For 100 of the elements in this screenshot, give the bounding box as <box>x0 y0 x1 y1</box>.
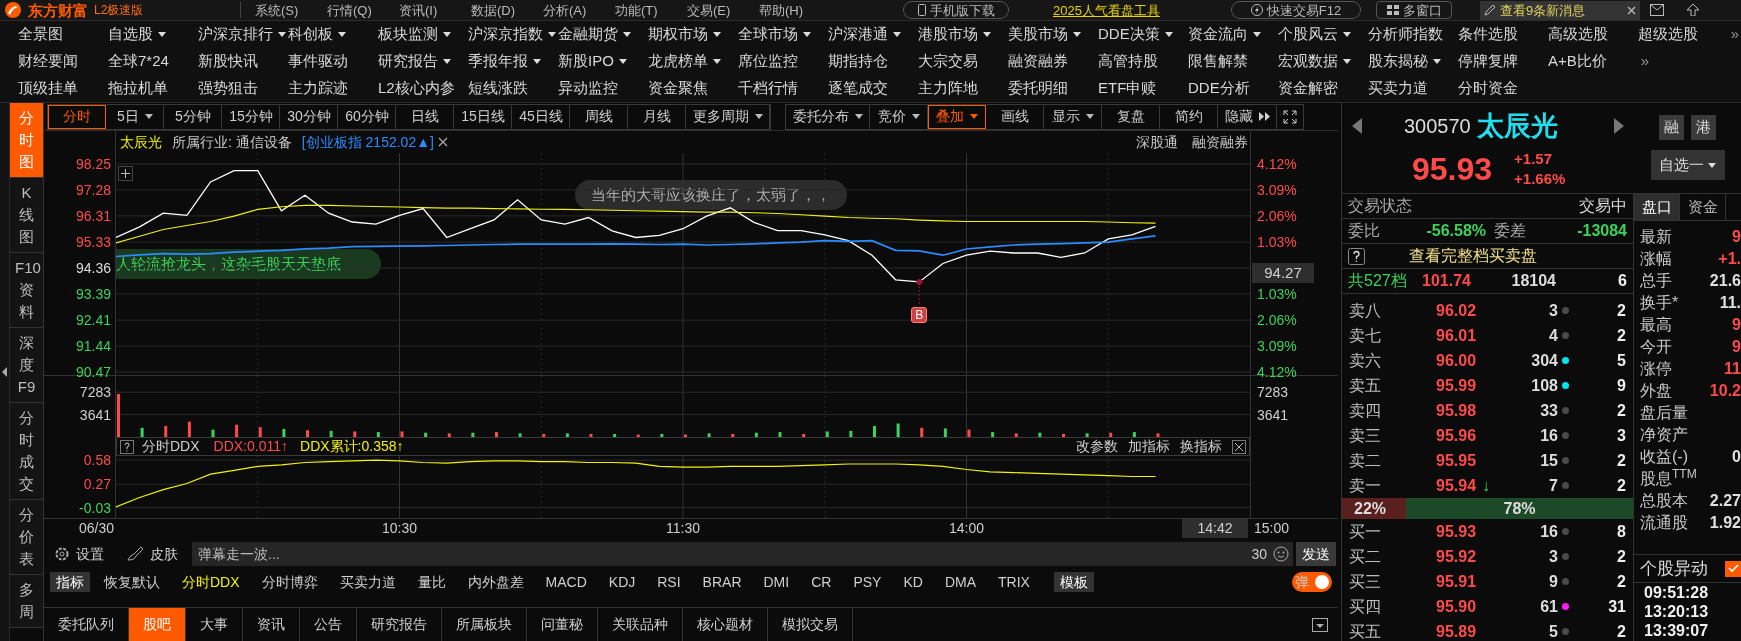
watchlist-dropdown[interactable]: 自选一 <box>1650 150 1725 180</box>
nav-menu-item[interactable]: 全球市场 <box>738 23 828 46</box>
nav-menu-item[interactable]: 委托明细 <box>1008 77 1098 100</box>
nav-menu-item[interactable]: 沪深京排行 <box>198 23 288 46</box>
bottom-tab[interactable]: 资讯 <box>243 608 300 641</box>
indicator-action-button[interactable]: 换指标 <box>1180 436 1222 457</box>
indicator-tab[interactable]: KD <box>903 571 923 593</box>
chart-tool-tab[interactable]: 委托分布 <box>786 104 870 129</box>
danmaku-field[interactable]: 弹幕走一波... 30 <box>192 542 1293 566</box>
multi-window-button[interactable]: 多窗口 <box>1376 1 1452 19</box>
nav-menu-item[interactable]: DDE分析 <box>1188 77 1278 100</box>
nav-menu-item[interactable]: 高管持股 <box>1098 50 1188 73</box>
header-link[interactable]: 融资融券 <box>1192 131 1248 153</box>
nav-menu-item[interactable]: 板块监测 <box>378 23 468 46</box>
nav-menu-item[interactable]: 限售解禁 <box>1188 50 1278 73</box>
menu-item[interactable]: 帮助(H) <box>759 3 831 17</box>
bottom-tab[interactable]: 大事 <box>186 608 243 641</box>
nav-menu-item[interactable]: 全景图 <box>18 23 108 46</box>
bottom-tab[interactable]: 公告 <box>300 608 357 641</box>
nav-menu-item[interactable]: 宏观数据 <box>1278 50 1368 73</box>
chevron-right-icon[interactable] <box>1614 118 1624 134</box>
nav-menu-item[interactable]: 龙虎榜单 <box>648 50 738 73</box>
menu-item[interactable]: 行情(Q) <box>327 3 399 17</box>
smiley-icon[interactable] <box>1273 546 1289 562</box>
panel-toggle-button[interactable] <box>1312 617 1328 632</box>
menu-item[interactable]: 分析(A) <box>543 3 615 17</box>
close-icon[interactable] <box>437 137 448 147</box>
nav-menu-item[interactable]: A+B比价 <box>1548 50 1638 73</box>
indicator-action-button[interactable]: 加指标 <box>1128 436 1170 457</box>
menu-item[interactable]: 功能(T) <box>615 3 687 17</box>
side-tab[interactable]: 分时成交 <box>10 403 43 500</box>
chart-tool-tab[interactable]: 45日线 <box>512 104 570 129</box>
nav-menu-item[interactable]: 沪深京指数 <box>468 23 558 46</box>
side-tab[interactable]: F10资料 <box>10 253 43 328</box>
nav-menu-item[interactable]: 港股市场 <box>918 23 1008 46</box>
nav-menu-item[interactable]: 金融期货 <box>558 23 648 46</box>
side-tab[interactable]: 多周 <box>10 575 43 628</box>
chevron-left-icon[interactable] <box>1352 118 1362 134</box>
chart-tool-tab[interactable]: 周线 <box>570 104 628 129</box>
menu-item[interactable]: 资讯(I) <box>399 3 471 17</box>
chart-tool-tab[interactable]: 隐藏 <box>1218 104 1277 129</box>
side-tab[interactable]: 分价表 <box>10 500 43 575</box>
chart-tool-tab[interactable]: 竞价 <box>870 104 928 129</box>
nav-menu-item[interactable]: 资金流向 <box>1188 23 1278 46</box>
template-button[interactable]: 模板 <box>1053 572 1094 592</box>
chart-tool-tab[interactable]: 月线 <box>628 104 686 129</box>
nav-menu-item[interactable]: 事件驱动 <box>288 50 378 73</box>
chart-tool-tab[interactable]: 简约 <box>1160 104 1218 129</box>
indicator-tab[interactable]: 买卖力道 <box>339 571 396 593</box>
index-overlay-tag[interactable]: [创业板指 2152.02▲] <box>301 131 434 153</box>
nav-menu-item[interactable]: 分析师指数 <box>1368 23 1458 46</box>
indicator-tab[interactable]: 分时博弈 <box>261 571 318 593</box>
nav-menu-item[interactable]: 融资融券 <box>1008 50 1098 73</box>
indicator-tab[interactable]: DMI <box>763 571 790 593</box>
settings-button[interactable]: 设置 <box>54 543 104 565</box>
nav-menu-item[interactable]: 全球7*24 <box>108 50 198 73</box>
more-button[interactable]: » <box>1638 50 1652 73</box>
menu-item[interactable]: 系统(S) <box>255 3 327 17</box>
nav-menu-item[interactable]: 条件选股 <box>1458 23 1548 46</box>
nav-menu-item[interactable]: 逐笔成交 <box>828 77 918 100</box>
nav-menu-item[interactable]: 主力踪迹 <box>288 77 378 100</box>
chart-tool-tab[interactable]: 画线 <box>986 104 1044 129</box>
market-badge[interactable]: 融 <box>1659 115 1684 140</box>
detail-tab[interactable]: 资金 <box>1680 194 1726 220</box>
nav-menu-item[interactable]: 席位监控 <box>738 50 828 73</box>
menu-item[interactable]: 数据(D) <box>471 3 543 17</box>
indicator-tab[interactable]: RSI <box>657 571 681 593</box>
promo-link[interactable]: 2025人气看盘工具 <box>1053 3 1175 17</box>
nav-menu-item[interactable]: 短线涨跌 <box>468 77 558 100</box>
nav-menu-item[interactable]: 个股风云 <box>1278 23 1368 46</box>
indicator-tab[interactable]: TRIX <box>998 571 1030 593</box>
indicator-action-button[interactable]: 改参数 <box>1076 436 1118 457</box>
indicator-tab[interactable]: DMA <box>944 571 976 593</box>
nav-menu-item[interactable]: DDE决策 <box>1098 23 1188 46</box>
nav-menu-item[interactable]: 拖拉机单 <box>108 77 198 100</box>
nav-menu-item[interactable]: 强势狙击 <box>198 77 288 100</box>
nav-menu-item[interactable]: 股东揭秘 <box>1368 50 1458 73</box>
mail-icon[interactable] <box>1650 4 1664 16</box>
nav-menu-item[interactable]: 千档行情 <box>738 77 828 100</box>
help-icon[interactable] <box>120 439 134 454</box>
nav-menu-item[interactable]: 大宗交易 <box>918 50 1008 73</box>
chart-tool-tab[interactable]: 复盘 <box>1102 104 1160 129</box>
chart-tool-tab[interactable]: 15日线 <box>454 104 512 129</box>
detail-tab[interactable]: 盘口 <box>1634 194 1680 220</box>
indicator-tab[interactable]: 恢复默认 <box>104 571 160 593</box>
nav-menu-item[interactable]: 财经要闻 <box>18 50 108 73</box>
chart-tool-tab[interactable]: 叠加 <box>928 104 986 129</box>
crosshair-button[interactable] <box>118 166 133 181</box>
chart-tool-tab[interactable]: 显示 <box>1044 104 1102 129</box>
bottom-tab[interactable]: 模拟交易 <box>768 608 853 641</box>
nav-menu-item[interactable]: 科创板 <box>288 23 378 46</box>
close-icon[interactable] <box>1232 439 1246 454</box>
nav-menu-item[interactable]: 主力阵地 <box>918 77 1008 100</box>
nav-menu-item[interactable]: 期指持仓 <box>828 50 918 73</box>
nav-menu-item[interactable]: 买卖力道 <box>1368 77 1458 100</box>
nav-menu-item[interactable]: 超级选股 <box>1638 23 1728 46</box>
indicator-tab[interactable]: 量比 <box>417 571 446 593</box>
nav-menu-item[interactable]: 沪深港通 <box>828 23 918 46</box>
menu-item[interactable]: 交易(E) <box>687 3 759 17</box>
upload-icon[interactable] <box>1686 4 1700 16</box>
